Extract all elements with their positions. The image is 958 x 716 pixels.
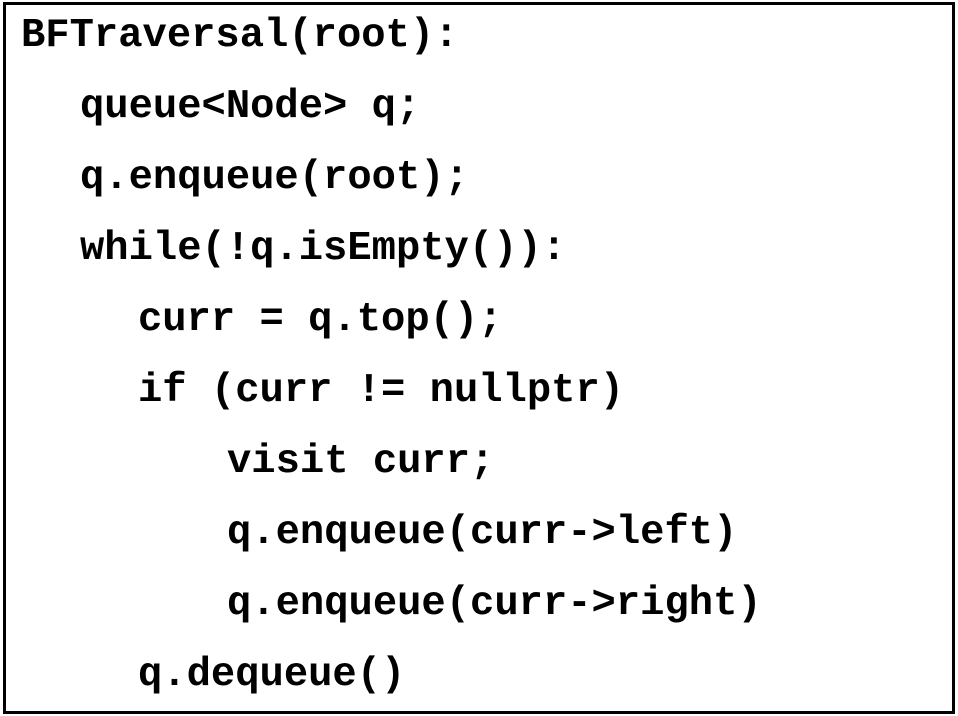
code-line-4: while(!q.isEmpty()): [80, 226, 567, 272]
code-line-1: BFTraversal(root): [21, 13, 459, 59]
code-line-3: q.enqueue(root); [80, 155, 469, 201]
code-line-9: q.enqueue(curr->right) [227, 581, 762, 627]
code-block: BFTraversal(root): queue<Node> q; q.enqu… [3, 2, 955, 714]
code-line-10: q.dequeue() [138, 652, 406, 698]
code-line-6: if (curr != nullptr) [138, 368, 625, 414]
code-line-7: visit curr; [227, 439, 495, 485]
code-line-2: queue<Node> q; [80, 84, 421, 130]
code-line-8: q.enqueue(curr->left) [227, 510, 738, 556]
code-line-5: curr = q.top(); [138, 297, 503, 343]
